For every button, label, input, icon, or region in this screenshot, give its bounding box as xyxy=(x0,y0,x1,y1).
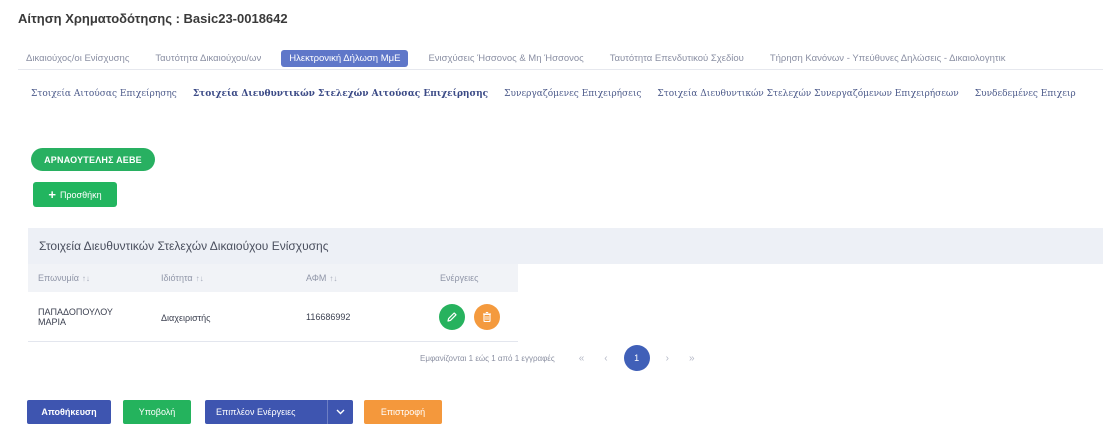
cell-name: ΠΑΠΑΔΟΠΟΥΛΟΥ ΜΑΡΙΑ xyxy=(38,307,113,327)
page-button-current[interactable]: 1 xyxy=(623,345,650,371)
add-button-label: Προσθήκη xyxy=(59,189,102,200)
back-button[interactable]: Επιστροφή xyxy=(364,400,442,424)
first-page-button[interactable]: « xyxy=(579,353,585,364)
table-header: Επωνυμία ↑↓ Ιδιότητα ↑↓ ΑΦΜ ↑↓ Ενέργειες xyxy=(28,264,518,292)
submit-button[interactable]: Υποβολή xyxy=(123,400,191,424)
page-title: Αίτηση Χρηματοδότησης : Basic23-0018642 xyxy=(18,11,288,26)
table-row: ΠΑΠΑΔΟΠΟΥΛΟΥ ΜΑΡΙΑ Διαχειριστής 11668699… xyxy=(28,292,518,342)
trash-icon xyxy=(483,311,491,323)
save-button[interactable]: Αποθήκευση xyxy=(27,400,111,424)
secondary-tabs: Στοιχεία Αιτούσας Επιχείρησης Στοιχεία Δ… xyxy=(31,89,1103,99)
column-header-afm[interactable]: ΑΦΜ ↑↓ xyxy=(306,273,337,283)
column-header-label: Ιδιότητα xyxy=(161,273,193,283)
sort-icon: ↑↓ xyxy=(329,274,338,283)
tabs-divider xyxy=(18,69,1103,70)
subtab-partner-companies[interactable]: Συνεργαζόμενες Επιχειρήσεις xyxy=(504,89,641,99)
subtab-linked-companies[interactable]: Συνδεδεμένες Επιχειρ xyxy=(975,89,1076,99)
delete-button[interactable] xyxy=(474,304,500,330)
tab-beneficiaries[interactable]: Δικαιούχος/οι Ενίσχυσης xyxy=(20,50,135,67)
subtab-partner-executives[interactable]: Στοιχεία Διευθυντικών Στελεχών Συνεργαζό… xyxy=(657,89,958,99)
subtab-applicant-executives[interactable]: Στοιχεία Διευθυντικών Στελεχών Αιτούσας … xyxy=(193,89,488,99)
sort-icon: ↑↓ xyxy=(195,274,204,283)
column-header-label: Επωνυμία xyxy=(38,273,79,283)
panel-header: Στοιχεία Διευθυντικών Στελεχών Δικαιούχο… xyxy=(28,228,1103,264)
chevron-down-icon xyxy=(327,400,353,424)
company-button[interactable]: ΑΡΝΑΟΥΤΕΛΗΣ ΑΕΒΕ xyxy=(31,148,155,171)
last-page-button[interactable]: » xyxy=(689,353,695,364)
more-actions-label: Επιπλέον Ενέργειες xyxy=(216,407,296,417)
tab-investment-plan-identity[interactable]: Ταυτότητα Επενδυτικού Σχεδίου xyxy=(604,50,750,67)
column-header-name[interactable]: Επωνυμία ↑↓ xyxy=(38,273,90,283)
cell-afm: 116686992 xyxy=(306,312,351,322)
plus-icon: + xyxy=(48,187,56,202)
tab-de-minimis-aid[interactable]: Ενισχύσεις Ήσσονος & Μη Ήσσονος xyxy=(422,50,589,67)
tab-beneficiary-identity[interactable]: Ταυτότητα Δικαιούχου/ων xyxy=(149,50,267,67)
column-header-label: Ενέργειες xyxy=(440,273,479,283)
subtab-applicant-company[interactable]: Στοιχεία Αιτούσας Επιχείρησης xyxy=(31,89,177,99)
panel-title: Στοιχεία Διευθυντικών Στελεχών Δικαιούχο… xyxy=(39,239,329,253)
edit-button[interactable] xyxy=(439,304,465,330)
pagination: Εμφανίζονται 1 εώς 1 από 1 εγγραφές « ‹ … xyxy=(420,345,705,371)
tab-rules-declarations[interactable]: Τήρηση Κανόνων - Υπεύθυνες Δηλώσεις - Δι… xyxy=(764,50,1012,67)
cell-role: Διαχειριστής xyxy=(161,313,211,323)
executives-panel: Στοιχεία Διευθυντικών Στελεχών Δικαιούχο… xyxy=(28,228,1103,342)
add-button[interactable]: + Προσθήκη xyxy=(33,182,117,207)
sort-icon: ↑↓ xyxy=(81,274,90,283)
next-page-button[interactable]: › xyxy=(666,353,669,364)
column-header-label: ΑΦΜ xyxy=(306,273,327,283)
column-header-actions: Ενέργειες xyxy=(440,273,479,283)
tab-sme-declaration[interactable]: Ηλεκτρονική Δήλωση ΜμΕ xyxy=(281,50,409,67)
pencil-icon xyxy=(447,312,457,322)
more-actions-button[interactable]: Επιπλέον Ενέργειες xyxy=(205,400,353,424)
pagination-info: Εμφανίζονται 1 εώς 1 από 1 εγγραφές xyxy=(420,353,555,363)
prev-page-button[interactable]: ‹ xyxy=(604,353,607,364)
primary-tabs: Δικαιούχος/οι Ενίσχυσης Ταυτότητα Δικαιο… xyxy=(20,50,1103,67)
column-header-role[interactable]: Ιδιότητα ↑↓ xyxy=(161,273,204,283)
